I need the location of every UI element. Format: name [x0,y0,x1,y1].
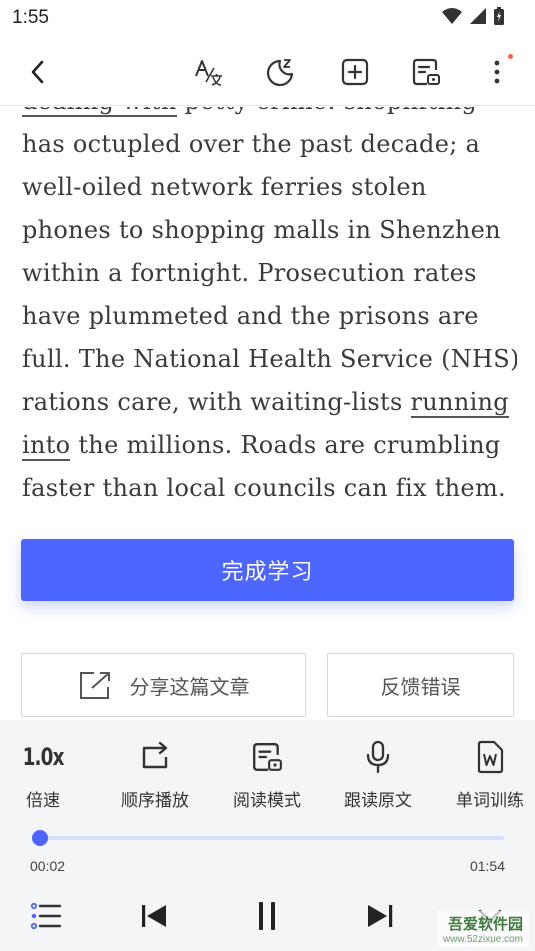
more-button[interactable] [479,54,515,90]
top-toolbar [0,38,535,106]
article-line: into the millions. Roads are crumbling [22,424,517,467]
article-line: rations care, with waiting-lists running [22,381,517,424]
wifi-icon [442,8,462,24]
article-line: full. The National Health Service (NHS) [22,338,517,381]
share-article-label: 分享这篇文章 [129,676,250,699]
article-text-segment: have plummeted and the prisons are [22,302,479,330]
follow-read-button[interactable]: 跟读原文 [330,734,426,811]
article-line: phones to shopping malls in Shenzhen [22,209,517,252]
list-icon [30,902,62,930]
repeat-icon [142,741,168,769]
back-arrow-icon [31,60,44,84]
moon-sleep-icon [266,59,294,87]
progress-thumb[interactable] [32,830,49,846]
play-order-button[interactable]: 顺序播放 [107,734,203,811]
translate-icon [195,60,222,86]
watermark-url: www.52zixue.com [442,934,523,945]
skip-next-icon [368,905,393,927]
article-text: dealing with petty crime: shoplifting has… [22,107,517,517]
add-square-icon [341,58,369,86]
article-line: have plummeted and the prisons are [22,295,517,338]
share-article-button[interactable]: 分享这篇文章 [21,653,306,717]
skip-previous-icon [142,905,166,927]
report-error-button[interactable]: 反馈错误 [327,653,514,717]
watermark-title: 吾爱软件园 [447,916,523,933]
article-body: dealing with petty crime: shoplifting has… [22,107,517,510]
article-line: within a fortnight. Prosecution rates [22,252,517,295]
document-lock-icon [412,58,440,86]
complete-study-button[interactable]: 完成学习 [21,539,514,601]
microphone-icon [366,740,390,774]
playlist-button[interactable] [26,896,66,936]
article-text-segment: well-oiled network ferries stolen [22,173,427,201]
share-icon [79,672,110,699]
word-document-icon [477,740,504,774]
translate-button[interactable] [190,54,226,90]
status-bar: 1:55 [0,0,535,38]
article-text-segment: has octupled over the past decade; a [22,130,481,158]
back-button[interactable] [20,54,56,90]
previous-button[interactable] [134,896,174,936]
speed-label: 倍速 [26,791,60,810]
article-line: dealing with petty crime: shoplifting [22,107,517,123]
word-training-button[interactable]: 单词训练 [442,734,535,811]
follow-read-label: 跟读原文 [344,791,412,810]
word-training-label: 单词训练 [456,791,524,810]
watermark-box: 吾爱软件园 www.52zixue.com [436,911,529,947]
vocabulary-word[interactable]: into [22,431,71,461]
battery-icon [494,7,504,25]
status-time: 1:55 [12,7,49,28]
notification-dot [508,54,513,59]
reading-mode-button[interactable] [408,54,444,90]
read-mode-button[interactable]: 阅读模式 [219,734,315,811]
article-text-segment: phones to shopping malls in Shenzhen [22,216,501,244]
cell-signal-icon [470,8,486,24]
article-line: well-oiled network ferries stolen [22,166,517,209]
total-time: 01:54 [469,858,505,874]
article-text-segment: full. The National Health Service (NHS) [22,345,517,373]
more-vertical-icon [494,60,500,84]
vocabulary-word[interactable]: dealing with [22,107,177,117]
play-order-label: 顺序播放 [121,791,189,810]
document-lock-icon [253,743,282,771]
complete-study-label: 完成学习 [221,559,314,584]
article-text-segment: petty crime: shoplifting [177,107,477,115]
speed-value: 1.0x [22,743,65,771]
read-mode-label: 阅读模式 [233,791,301,810]
next-button[interactable] [360,896,400,936]
pause-button[interactable] [247,896,287,936]
add-button[interactable] [337,54,373,90]
article-line: has octupled over the past decade; a [22,123,517,166]
progress-track[interactable] [32,830,504,846]
vocabulary-word[interactable]: running [410,388,509,418]
watermark: 吾爱软件园 www.52zixue.com [405,897,529,947]
night-mode-button[interactable] [262,54,298,90]
current-time: 00:02 [30,858,66,874]
status-icons [441,6,505,26]
speed-button[interactable]: 1.0x 倍速 [0,734,91,811]
article-text-segment: faster than local councils can fix them. [22,474,506,502]
article-text-segment: the millions. Roads are crumbling [70,431,501,459]
article-text-segment: within a fortnight. Prosecution rates [22,259,477,287]
pause-icon [259,902,275,930]
article-text-segment: rations care, with waiting-lists [22,388,411,416]
report-error-label: 反馈错误 [380,676,461,699]
article-line: faster than local councils can fix them. [22,467,517,510]
